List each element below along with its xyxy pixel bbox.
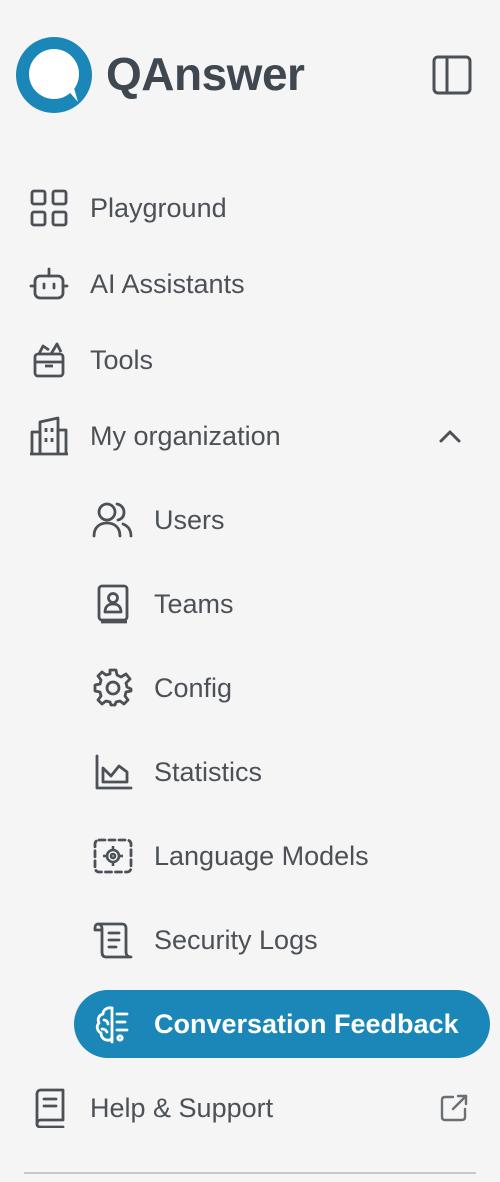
- brain-icon: [91, 1002, 135, 1046]
- toolbox-icon: [27, 338, 71, 382]
- nav-item-help-support[interactable]: Help & Support: [0, 1076, 500, 1140]
- contact-book-icon: [91, 582, 135, 626]
- nav-label-language-models: Language Models: [154, 840, 369, 871]
- building-icon: [27, 414, 71, 458]
- nav-item-teams[interactable]: Teams: [0, 572, 500, 636]
- sidebar-panel-icon: [432, 55, 472, 95]
- sidebar-header: QAnswer: [0, 0, 500, 150]
- nav-label-ai-assistants: AI Assistants: [90, 268, 245, 299]
- qanswer-logo-icon: [14, 36, 96, 116]
- nav-label-users: Users: [154, 504, 225, 535]
- nav-item-ai-assistants[interactable]: AI Assistants: [0, 252, 500, 316]
- model-settings-icon: [91, 834, 135, 878]
- nav-label-conversation-feedback: Conversation Feedback: [154, 1008, 459, 1039]
- nav-label-statistics: Statistics: [154, 756, 263, 787]
- area-chart-icon: [91, 750, 135, 794]
- nav-item-conversation-feedback[interactable]: Conversation Feedback: [0, 992, 500, 1056]
- robot-icon: [27, 262, 71, 306]
- nav-label-config: Config: [154, 672, 233, 703]
- sidebar-toggle-button[interactable]: [430, 53, 474, 97]
- brand-name: QAnswer: [106, 48, 305, 100]
- nav-item-tools[interactable]: Tools: [0, 328, 500, 392]
- nav-label-tools: Tools: [90, 344, 154, 375]
- nav-label-teams: Teams: [154, 588, 234, 619]
- nav-item-users[interactable]: Users: [0, 488, 500, 552]
- nav-label-security-logs: Security Logs: [154, 924, 318, 955]
- nav-label-help-support: Help & Support: [90, 1092, 274, 1123]
- nav-item-my-organization[interactable]: My organization: [0, 404, 500, 468]
- book-icon: [27, 1086, 71, 1130]
- users-icon: [91, 498, 135, 542]
- nav-item-playground[interactable]: Playground: [0, 176, 500, 240]
- grid-icon: [27, 186, 71, 230]
- nav-label-my-organization: My organization: [90, 420, 281, 451]
- scroll-icon: [91, 918, 135, 962]
- nav-item-statistics[interactable]: Statistics: [0, 740, 500, 804]
- nav-item-language-models[interactable]: Language Models: [0, 824, 500, 888]
- chevron-up-icon[interactable]: [430, 416, 470, 456]
- sidebar-divider: [24, 1172, 476, 1174]
- gear-icon: [91, 666, 135, 710]
- nav-item-config[interactable]: Config: [0, 656, 500, 720]
- external-link-icon: [436, 1090, 472, 1126]
- nav-label-playground: Playground: [90, 192, 227, 223]
- nav-item-security-logs[interactable]: Security Logs: [0, 908, 500, 972]
